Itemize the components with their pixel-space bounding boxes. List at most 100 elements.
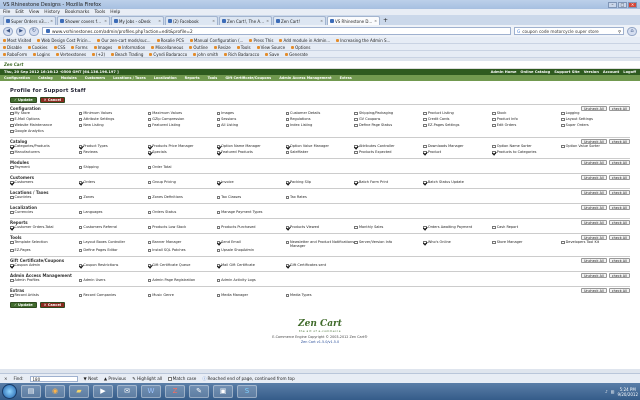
permission-checkbox[interactable]: [78, 225, 83, 229]
toolbar-item-disable[interactable]: Disable: [3, 45, 22, 50]
permission-cash-report[interactable]: Cash Report: [492, 225, 561, 231]
permission-checkbox[interactable]: [216, 123, 221, 127]
permission-checkbox[interactable]: [285, 123, 290, 127]
toolbar-item-resize[interactable]: Resize: [213, 45, 231, 50]
close-tab-icon[interactable]: ×: [50, 19, 53, 23]
permission-checkbox[interactable]: [10, 240, 14, 244]
close-tab-icon[interactable]: ×: [266, 19, 269, 23]
permission-newsletter-and-product-notifications-manager[interactable]: Newsletter and Product Notifications Man…: [285, 240, 355, 248]
taskbar-explorer-icon[interactable]: ▤: [21, 385, 41, 398]
permission-monthly-sales[interactable]: Monthly Sales: [354, 225, 423, 231]
menu-view[interactable]: View: [29, 10, 39, 15]
permission-featured-listing[interactable]: Featured Listing: [147, 123, 217, 129]
update-button[interactable]: ✓ Update: [10, 97, 37, 103]
permission-checkbox[interactable]: [10, 248, 14, 253]
toolbar-item-view-source[interactable]: View Source: [256, 45, 285, 50]
permission-batch-status-update[interactable]: Batch Status Update: [423, 180, 492, 186]
permission-featured-products[interactable]: Featured Products: [216, 150, 286, 156]
permission-checkbox[interactable]: [423, 117, 427, 121]
permission-order-total[interactable]: Order Total: [147, 165, 217, 171]
permission-checkbox[interactable]: [78, 248, 83, 253]
close-tab-icon[interactable]: ×: [212, 19, 215, 23]
menu-file[interactable]: File: [3, 10, 10, 15]
permission-checkbox[interactable]: [285, 225, 290, 229]
close-find-icon[interactable]: ×: [4, 376, 8, 381]
footer-version[interactable]: Zen Cart v1.5.0/v1.5.0: [0, 340, 640, 345]
permission-media-manager[interactable]: Media Manager: [216, 293, 286, 299]
volume-icon[interactable]: ♪: [605, 389, 608, 394]
minimize-button[interactable]: –: [608, 1, 617, 8]
check-all-button[interactable]: check All: [608, 272, 630, 278]
admin-menu-localization[interactable]: Localization: [154, 76, 177, 80]
toolbar-item-increasing-the-admin-s[interactable]: Increasing the Admin S...: [336, 38, 390, 43]
permission-checkbox[interactable]: [147, 225, 152, 229]
toolbar-item-roboform[interactable]: RoboForm: [3, 52, 27, 57]
toolbar-item-press-this[interactable]: Press This: [249, 38, 273, 43]
toolbar-item-our-zen-cart-mods-suc[interactable]: Our zen-cart mods/suc...: [97, 38, 151, 43]
permission-checkbox[interactable]: [492, 117, 496, 121]
permission-checkbox[interactable]: [78, 144, 83, 148]
permission-super-orders[interactable]: Super Orders: [561, 123, 630, 129]
permission-upsale-shopadmin[interactable]: Upsale ShopAdmin: [216, 248, 286, 254]
check-all-button[interactable]: check All: [608, 105, 630, 111]
permission-checkbox[interactable]: [147, 150, 152, 154]
toolbar-item-save[interactable]: Save: [265, 52, 279, 57]
permission-checkbox[interactable]: [216, 150, 221, 154]
permission-invoice[interactable]: Invoice: [216, 180, 286, 186]
taskbar-skype-icon[interactable]: S: [237, 385, 257, 398]
permission-checkbox[interactable]: [10, 111, 14, 115]
permission-checkbox[interactable]: [492, 123, 496, 127]
permission-products-low-stock[interactable]: Products Low Stock: [147, 225, 217, 231]
admin-menu-locations-taxes[interactable]: Locations / Taxes: [113, 76, 146, 80]
permission-checkbox[interactable]: [561, 123, 565, 127]
permission-checkbox[interactable]: [147, 278, 152, 283]
forward-button[interactable]: ▶: [16, 26, 26, 36]
toolbar-item-john-smith[interactable]: john smith: [193, 52, 218, 57]
permission-checkbox[interactable]: [10, 165, 14, 169]
permission-checkbox[interactable]: [423, 150, 427, 154]
toolbar-item-tools[interactable]: Tools: [236, 45, 251, 50]
toolbar-item-options[interactable]: Options: [291, 45, 311, 50]
permission-checkbox[interactable]: [285, 117, 290, 121]
permission-option-value-sorter[interactable]: Option Value Sorter: [561, 144, 630, 150]
permission-checkbox[interactable]: [492, 111, 496, 115]
permission-orders-awaiting-payment[interactable]: Orders Awaiting Payment: [423, 225, 492, 231]
browser-tab[interactable]: Super Orders v3.0 Support Th...×: [3, 16, 56, 25]
toolbar-item-rosalie-pcs[interactable]: Rosalie PCS: [156, 38, 184, 43]
permission-checkbox[interactable]: [285, 293, 290, 298]
check-all-button[interactable]: check All: [608, 257, 630, 263]
permission-google-analytics[interactable]: Google Analytics: [10, 129, 79, 135]
permission-define-page-status[interactable]: Define Page Status: [354, 123, 423, 129]
permission-edit-orders[interactable]: Edit Orders: [492, 123, 561, 129]
permission-checkbox[interactable]: [216, 144, 221, 148]
permission-checkbox[interactable]: [10, 225, 14, 229]
toolbar-item-add-module-in-admin[interactable]: Add module in Admin...: [279, 38, 330, 43]
permission-shipping[interactable]: Shipping: [78, 165, 148, 171]
permission-checkbox[interactable]: [10, 117, 14, 121]
find-next-button[interactable]: ▼ Next: [84, 376, 98, 381]
cancel-button-bottom[interactable]: ✕ Cancel: [39, 302, 66, 309]
permission-zones[interactable]: Zones: [78, 195, 148, 201]
admin-menu-gift-certificate-coupons[interactable]: Gift Certificate/Coupons: [225, 76, 271, 80]
permission-checkbox[interactable]: [10, 263, 14, 268]
toolbar-item-logins[interactable]: Logins: [33, 52, 50, 57]
permission-checkbox[interactable]: [78, 240, 83, 244]
menu-history[interactable]: History: [44, 10, 60, 15]
browser-tab[interactable]: Shower covers for Catheters×: [57, 16, 110, 25]
uncheck-all-button[interactable]: Uncheck All: [580, 189, 607, 195]
header-link-support-site[interactable]: Support Site: [554, 70, 579, 74]
permission-layout-boxes-controller[interactable]: Layout Boxes Controller: [78, 240, 148, 248]
toolbar-item-cyndi-badaracco[interactable]: Cyndi Badaracco: [149, 52, 187, 57]
permission-checkbox[interactable]: [216, 225, 221, 229]
match-case-checkbox[interactable]: Match case: [168, 376, 196, 381]
permission-checkbox[interactable]: [147, 117, 152, 121]
permission-languages[interactable]: Languages: [78, 210, 148, 216]
permission-checkbox[interactable]: [492, 240, 496, 244]
permission-checkbox[interactable]: [147, 293, 152, 298]
permission-checkbox[interactable]: [78, 111, 83, 115]
permission-checkbox[interactable]: [147, 165, 152, 169]
check-all-button[interactable]: check All: [608, 219, 630, 225]
uncheck-all-button[interactable]: Uncheck All: [580, 204, 607, 210]
permission-checkbox[interactable]: [147, 210, 152, 214]
permission-checkbox[interactable]: [285, 150, 290, 154]
